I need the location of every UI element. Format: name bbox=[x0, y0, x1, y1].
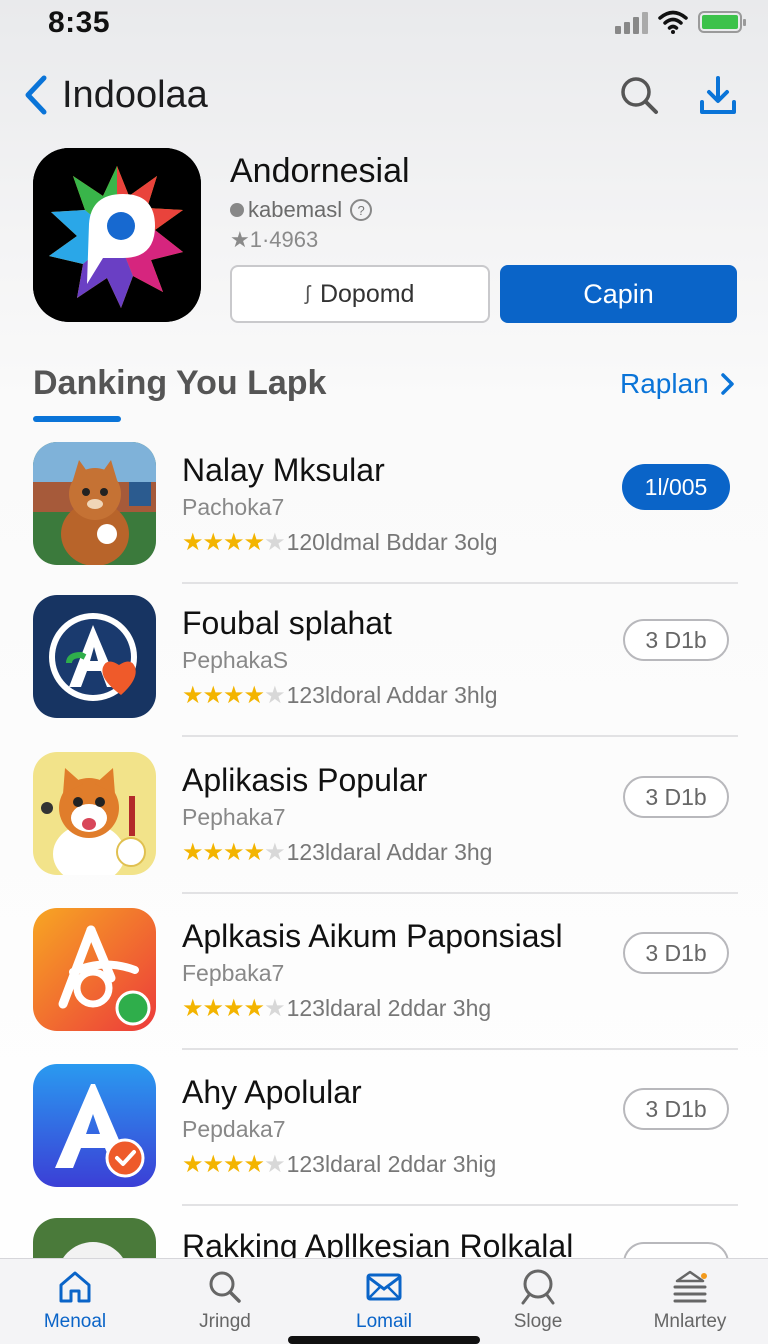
app-name: Foubal splahat bbox=[182, 605, 392, 641]
featured-developer: kabemasl ? bbox=[230, 197, 373, 223]
app-subtitle: Pephaka7 bbox=[182, 804, 286, 830]
get-button[interactable]: 3 D1b bbox=[623, 932, 729, 974]
info-icon[interactable]: ? bbox=[350, 199, 373, 221]
status-bar: 8:35 bbox=[0, 0, 768, 48]
list-item[interactable]: Aplkasis Aikum Paponsiasl Fepbaka7 ★★★★★… bbox=[0, 908, 768, 1064]
stars-icon: ★★★★★ bbox=[182, 529, 286, 556]
mail-icon bbox=[366, 1273, 402, 1301]
tab-label: Jringd bbox=[199, 1311, 251, 1332]
home-icon bbox=[59, 1271, 91, 1303]
tab-label: Mnlartey bbox=[653, 1311, 727, 1332]
signal-icon bbox=[615, 10, 648, 34]
app-name: Ahy Apolular bbox=[182, 1074, 362, 1110]
app-rating-text: 123ldoral Addar 3hlg bbox=[286, 682, 498, 708]
section-title: Danking You Lapk bbox=[33, 364, 327, 402]
primary-button[interactable]: Capin bbox=[500, 265, 737, 323]
app-rating-text: 123ldaral 2ddar 3hig bbox=[286, 1151, 497, 1177]
divider bbox=[182, 1204, 738, 1206]
search-icon bbox=[521, 1269, 555, 1305]
tab-lomail[interactable]: Lomail bbox=[324, 1267, 444, 1337]
app-rating-text: 123ldaral 2ddar 3hg bbox=[286, 995, 492, 1021]
app-name: Aplkasis Aikum Paponsiasl bbox=[182, 918, 563, 954]
tab-sloge[interactable]: Sloge bbox=[478, 1267, 598, 1337]
tab-label: Lomail bbox=[356, 1311, 412, 1332]
app-subtitle: Fepbaka7 bbox=[182, 960, 285, 986]
featured-app-name: Andornesial bbox=[230, 152, 410, 190]
status-time: 8:35 bbox=[48, 6, 111, 39]
stars-icon: ★★★★★ bbox=[182, 682, 286, 709]
see-all-link[interactable]: Raplan bbox=[620, 368, 735, 400]
nav-bar: Indoolaa bbox=[0, 66, 768, 126]
chevron-right-icon bbox=[720, 373, 734, 395]
tab-label: Sloge bbox=[513, 1311, 563, 1332]
wifi-icon bbox=[658, 10, 688, 34]
developer-dot-icon bbox=[230, 203, 244, 217]
stars-icon: ★★★★★ bbox=[182, 839, 286, 866]
app-subtitle: Pachoka7 bbox=[182, 494, 285, 520]
back-chevron-icon[interactable] bbox=[18, 70, 58, 120]
featured-rating: ★1·4963 bbox=[230, 227, 318, 253]
download-icon[interactable] bbox=[694, 72, 742, 120]
app-rating: ★★★★★ 120ldmal Bddar 3olg bbox=[182, 528, 498, 557]
list-item[interactable]: Aplikasis Popular Pephaka7 ★★★★★ 123ldar… bbox=[0, 752, 768, 908]
app-subtitle: Pepdaka7 bbox=[182, 1116, 286, 1142]
featured-app-icon[interactable] bbox=[33, 148, 201, 322]
list-item[interactable]: Foubal splahat PephakaS ★★★★★ 123ldoral … bbox=[0, 595, 768, 751]
get-button[interactable]: 3 D1b bbox=[623, 619, 729, 661]
get-button[interactable]: 3 D1b bbox=[623, 1088, 729, 1130]
featured-rating-value: 1·4963 bbox=[249, 227, 319, 252]
tab-menoal[interactable]: Menoal bbox=[15, 1267, 135, 1337]
app-rating-text: 123ldaral Addar 3hg bbox=[286, 839, 493, 865]
tab-bar: Menoal Jringd Lomail Sloge Mnlartey bbox=[0, 1258, 768, 1344]
stars-icon: ★★★★★ bbox=[182, 1151, 286, 1178]
menu-icon bbox=[673, 1270, 707, 1303]
tab-mnlartey[interactable]: Mnlartey bbox=[630, 1267, 750, 1337]
app-icon-letter-a-orange bbox=[33, 908, 156, 1031]
secondary-button[interactable]: ʃ Dopomd bbox=[230, 265, 490, 323]
app-name: Aplikasis Popular bbox=[182, 762, 428, 798]
app-rating-text: 120ldmal Bddar 3olg bbox=[286, 529, 498, 555]
secondary-button-label: Dopomd bbox=[319, 279, 415, 308]
section-underline bbox=[33, 416, 121, 422]
divider bbox=[182, 892, 738, 894]
tab-jringd[interactable]: Jringd bbox=[165, 1267, 285, 1337]
status-icons bbox=[615, 10, 746, 34]
app-icon-happy-cat bbox=[33, 752, 156, 875]
divider bbox=[182, 735, 738, 737]
app-icon-letter-a-heart bbox=[33, 595, 156, 718]
list-item[interactable]: Ahy Apolular Pepdaka7 ★★★★★ 123ldaral 2d… bbox=[0, 1064, 768, 1220]
get-button[interactable]: 1l/005 bbox=[622, 464, 730, 510]
app-rating: ★★★★★ 123ldaral 2ddar 3hig bbox=[182, 1150, 496, 1179]
app-rating: ★★★★★ 123ldoral Addar 3hlg bbox=[182, 681, 498, 710]
app-name: Nalay Mksular bbox=[182, 452, 385, 488]
tab-label: Menoal bbox=[43, 1311, 107, 1332]
app-icon-cat-stadium bbox=[33, 442, 156, 565]
nav-title: Indoolaa bbox=[62, 74, 208, 116]
search-icon bbox=[209, 1271, 241, 1303]
app-icon-letter-a-blue bbox=[33, 1064, 156, 1187]
divider bbox=[182, 582, 738, 584]
search-icon[interactable] bbox=[616, 72, 664, 120]
app-rating: ★★★★★ 123ldaral Addar 3hg bbox=[182, 838, 492, 867]
stars-icon: ★★★★★ bbox=[182, 995, 286, 1022]
list-item[interactable]: Nalay Mksular Pachoka7 ★★★★★ 120ldmal Bd… bbox=[0, 442, 768, 598]
home-indicator[interactable] bbox=[288, 1336, 480, 1344]
app-subtitle: PephakaS bbox=[182, 647, 289, 673]
battery-icon bbox=[698, 11, 746, 33]
see-all-label: Raplan bbox=[620, 368, 709, 399]
featured-developer-name: kabemasl bbox=[248, 197, 343, 222]
app-rating: ★★★★★ 123ldaral 2ddar 3hg bbox=[182, 994, 491, 1023]
star-icon: ★ bbox=[230, 227, 250, 252]
share-icon: ʃ bbox=[305, 282, 310, 305]
get-button[interactable]: 3 D1b bbox=[623, 776, 729, 818]
divider bbox=[182, 1048, 738, 1050]
